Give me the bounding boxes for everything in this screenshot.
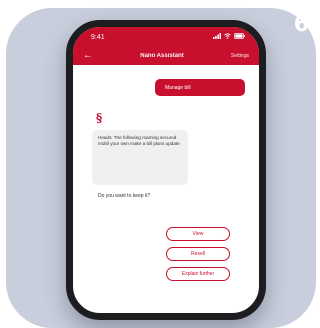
bot-question: Do you want to keep it? [98, 193, 151, 199]
chat-area[interactable]: Manage bill § Heads: The following roami… [73, 65, 259, 313]
status-icons [213, 33, 245, 41]
option-button-explain[interactable]: Explain further [166, 267, 230, 281]
back-arrow-icon[interactable]: ← [83, 51, 93, 61]
option-button-resell[interactable]: Resell [166, 247, 230, 261]
battery-icon [234, 33, 245, 41]
settings-link[interactable]: Settings [231, 53, 249, 59]
signal-icon [213, 33, 221, 41]
nav-bar: ← Nano Assistant Settings [73, 47, 259, 65]
status-time: 9:41 [91, 33, 105, 41]
status-bar: 9:41 [73, 27, 259, 47]
phone-mockup: 9:41 ← Nano Assistant Settings Manage bi… [66, 20, 266, 320]
step-number: 6 [293, 12, 309, 37]
brand-logo-icon: § [96, 111, 103, 125]
option-button-view[interactable]: View [166, 227, 230, 241]
nav-title: Nano Assistant [140, 53, 184, 59]
bot-message-bubble: Heads: The following roaming secured mob… [92, 130, 188, 185]
user-message-bubble: Manage bill [155, 79, 245, 96]
wifi-icon [224, 33, 231, 41]
